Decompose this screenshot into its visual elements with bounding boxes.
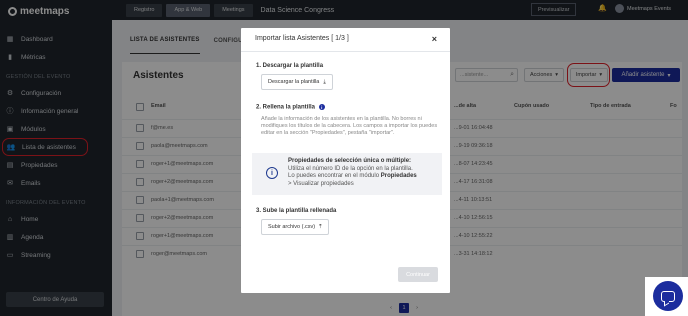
info-icon[interactable]: i (318, 104, 325, 110)
modal-title: Importar lista Asistentes [ 1/3 ] (255, 35, 349, 42)
continue-button[interactable]: Continuar (398, 267, 438, 282)
close-icon[interactable]: × (432, 34, 437, 44)
info-text: Propiedades de selección única o múltipl… (288, 158, 440, 188)
step-3-title: 3. Sube la plantilla rellenada (256, 208, 337, 214)
upload-file-label: Subir archivo (.csv) (268, 224, 316, 230)
info-box: i Propiedades de selección única o múlti… (252, 153, 442, 195)
info-line-2-bold: Propiedades (380, 173, 417, 179)
info-icon: i (266, 167, 278, 179)
upload-icon: ⤒ (319, 223, 322, 230)
upload-file-button[interactable]: Subir archivo (.csv) ⤒ (261, 219, 329, 235)
step-2-description: Añade la información de los asistentes e… (261, 116, 438, 136)
divider (241, 51, 450, 52)
info-line-3: > Visualizar propiedades (288, 180, 354, 187)
step-2-label: 2. Rellena la plantilla (256, 104, 316, 111)
download-template-label: Descargar la plantilla (268, 79, 320, 85)
info-title: Propiedades de selección única o múltipl… (288, 158, 412, 164)
chat-icon (661, 290, 675, 302)
chat-widget (645, 277, 688, 316)
download-icon: ⤓ (323, 78, 326, 85)
chat-button[interactable] (653, 281, 683, 311)
info-line-2-prefix: Lo puedes encontrar en el módulo (288, 173, 381, 179)
import-modal: Importar lista Asistentes [ 1/3 ] × 1. D… (241, 28, 450, 293)
download-template-button[interactable]: Descargar la plantilla ⤓ (261, 74, 333, 90)
info-line-1: Utiliza el número ID de la opción en la … (288, 165, 413, 172)
step-2-title: 2. Rellena la plantilla i (256, 104, 325, 111)
step-1-title: 1. Descargar la plantilla (256, 63, 324, 69)
